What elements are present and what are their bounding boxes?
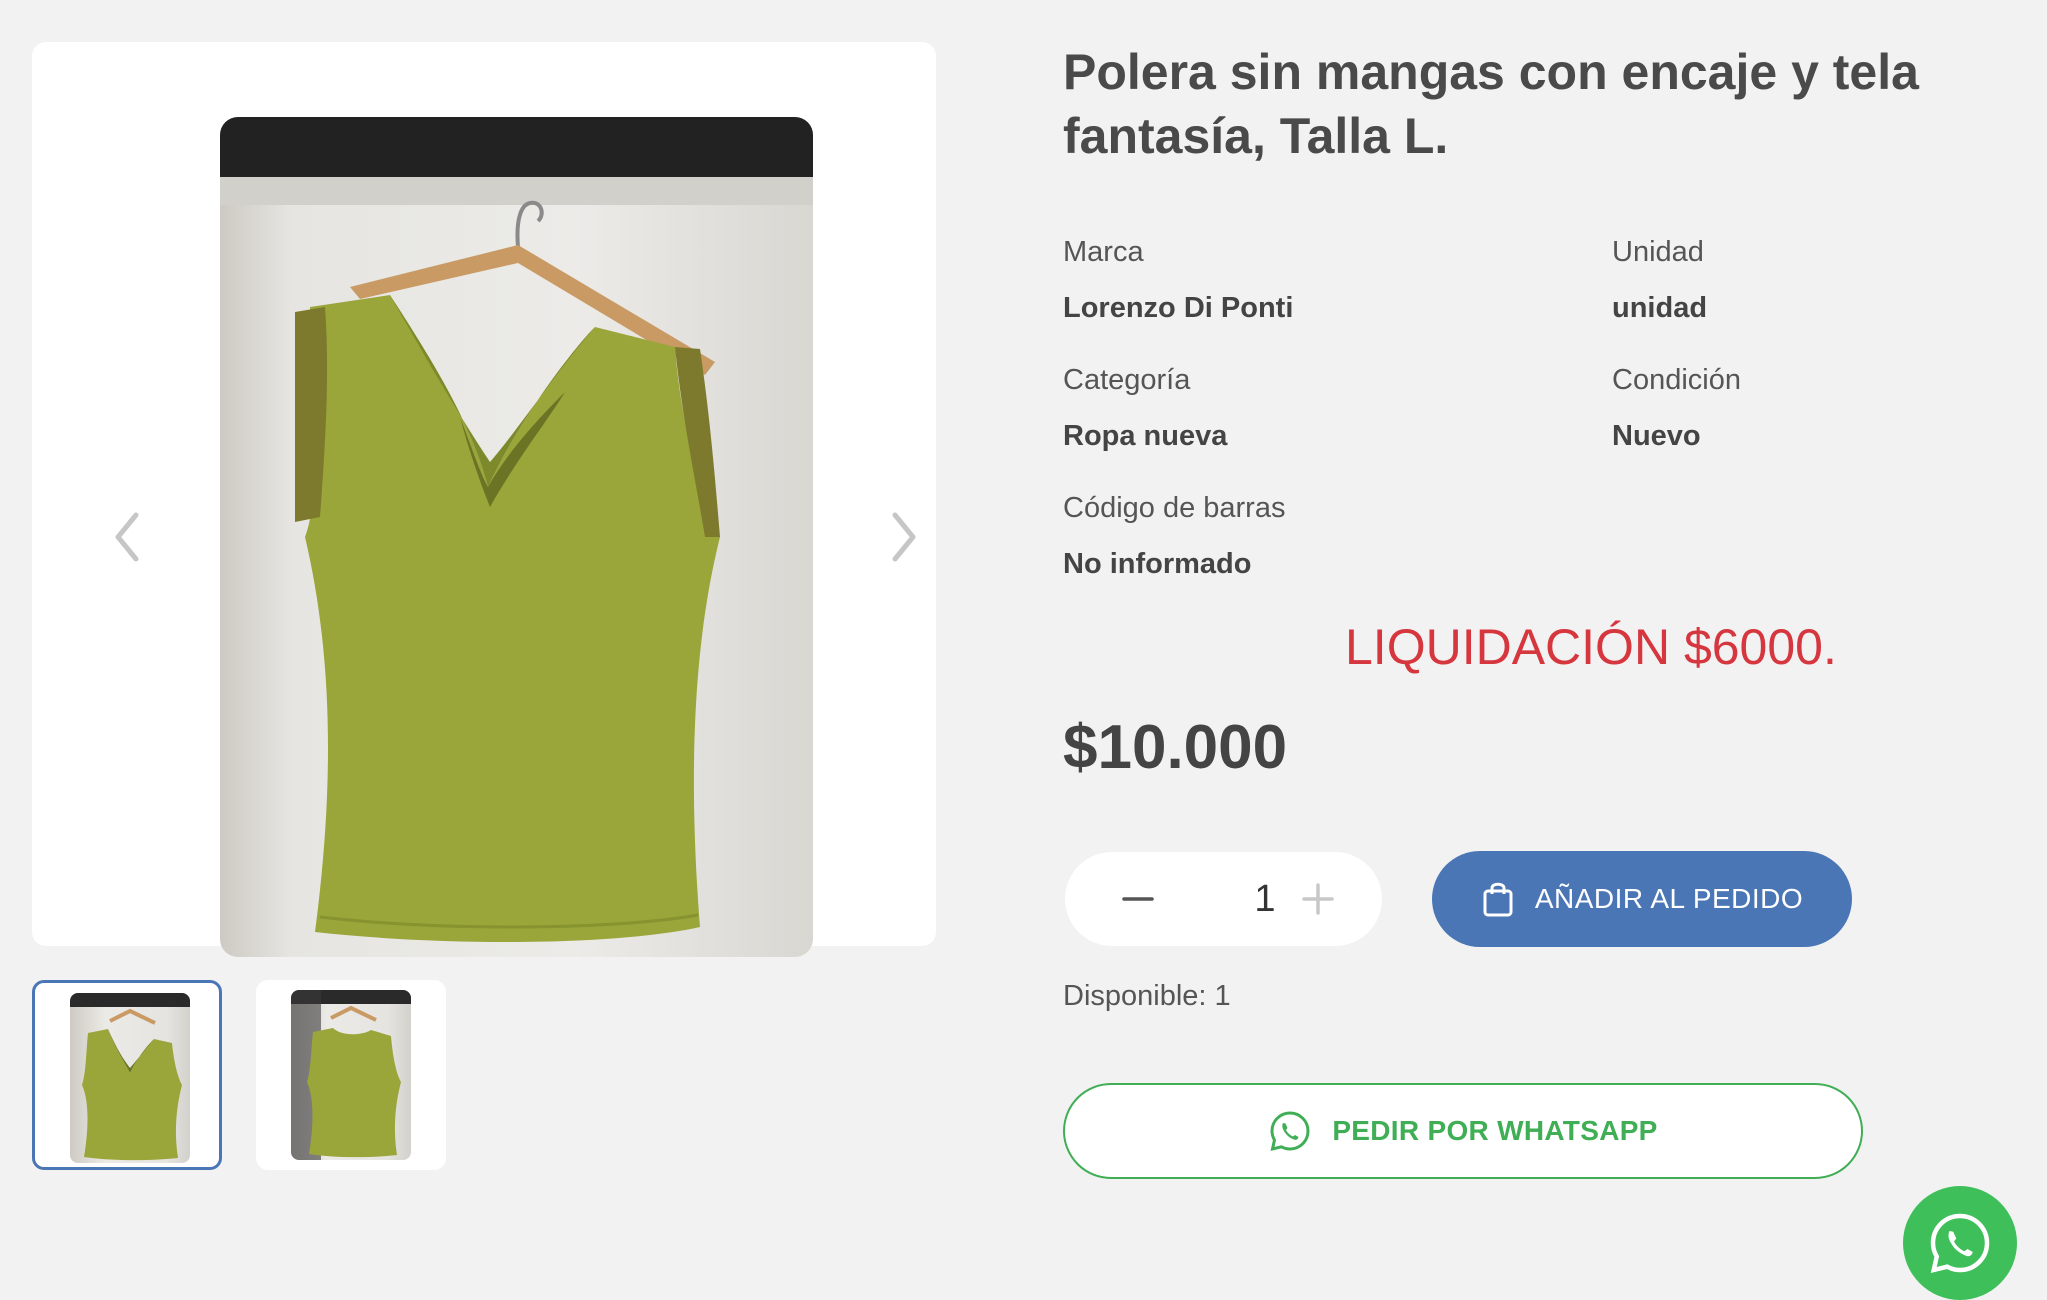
chevron-right-icon [892,512,916,562]
category-label: Categoría [1063,364,1191,396]
barcode-value: No informado [1063,548,1252,580]
whatsapp-order-label: PEDIR POR WHATSAPP [1332,1115,1658,1146]
gallery-prev-button[interactable] [107,507,147,567]
thumbnail-front[interactable] [32,980,222,1170]
chevron-left-icon [115,512,139,562]
add-to-order-button[interactable]: AÑADIR AL PEDIDO [1432,851,1852,947]
whatsapp-icon [1930,1213,1990,1274]
category-value: Ropa nueva [1063,420,1228,452]
add-to-order-label: AÑADIR AL PEDIDO [1534,883,1804,914]
gallery-next-button[interactable] [884,507,924,567]
quantity-increase-button[interactable] [1293,874,1343,924]
thumbnail-image [70,993,190,1163]
quantity-stepper: 1 [1065,852,1382,946]
whatsapp-floating-button[interactable] [1903,1186,2017,1300]
unit-label: Unidad [1612,236,1704,268]
quantity-decrease-button[interactable] [1113,874,1163,924]
brand-value: Lorenzo Di Ponti [1063,292,1294,324]
shopping-bag-icon [1483,882,1513,917]
thumbnail-back[interactable] [256,980,446,1170]
unit-value: unidad [1612,292,1708,324]
condition-label: Condición [1612,364,1741,396]
garment-illustration [295,200,720,943]
product-title: Polera sin mangas con encaje y tela fant… [1063,44,1919,164]
stock-availability: Disponible: 1 [1063,980,1231,1012]
product-main-image [220,117,813,957]
promo-text: LIQUIDACIÓN $6000. [1345,619,1837,675]
plus-icon [1302,883,1334,915]
whatsapp-order-button[interactable]: PEDIR POR WHATSAPP [1063,1083,1863,1179]
product-gallery [32,42,936,957]
brand-label: Marca [1063,236,1144,268]
quantity-value[interactable]: 1 [1245,874,1285,924]
whatsapp-icon [1270,1111,1310,1152]
minus-icon [1122,897,1154,901]
product-price: $10.000 [1063,713,1288,782]
barcode-label: Código de barras [1063,492,1286,524]
condition-value: Nuevo [1612,420,1701,452]
thumbnail-image [291,990,411,1160]
